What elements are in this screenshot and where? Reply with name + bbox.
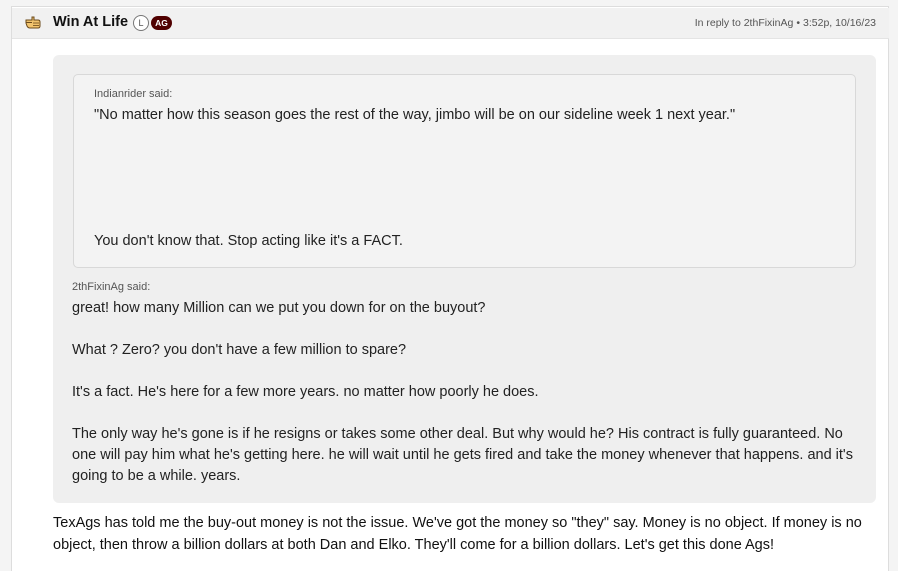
outer-quote-attribution: 2thFixinAg said: (72, 281, 151, 293)
separator: • (796, 17, 801, 29)
reply-body: TexAgs has told me the buy-out money is … (53, 515, 862, 553)
inner-quote-block: Indianrider said: "No matter how this se… (73, 74, 856, 268)
status-badge-l: L (133, 15, 149, 31)
outer-quote-paragraph: The only way he's gone is if he resigns … (72, 426, 853, 484)
post-timestamp: 3:52p, 10/16/23 (803, 17, 876, 29)
pointing-hand-icon[interactable] (24, 13, 42, 31)
inner-quote-text: "No matter how this season goes the rest… (94, 107, 736, 123)
post-header: Win At Life L AG In reply to 2thFixinAg •… (12, 8, 889, 39)
outer-quote-paragraph: great! how many Million can we put you d… (72, 300, 486, 316)
outer-quote-block: Indianrider said: "No matter how this se… (53, 55, 876, 503)
username-link[interactable]: Win At Life (53, 14, 128, 30)
outer-quote-paragraph: What ? Zero? you don't have a few millio… (72, 342, 407, 358)
inner-quote-attribution: Indianrider said: (94, 88, 173, 100)
reply-to-label: In reply to (694, 17, 741, 29)
reply-to-user-link[interactable]: 2thFixinAg (744, 17, 794, 29)
page: Win At Life L AG In reply to 2thFixinAg •… (0, 0, 898, 571)
reply-info: In reply to 2thFixinAg • 3:52p, 10/16/23 (695, 17, 876, 29)
inner-quote-reply: You don't know that. Stop acting like it… (94, 233, 403, 249)
status-badge-ag: AG (151, 16, 172, 30)
outer-quote-paragraph: It's a fact. He's here for a few more ye… (72, 384, 539, 400)
